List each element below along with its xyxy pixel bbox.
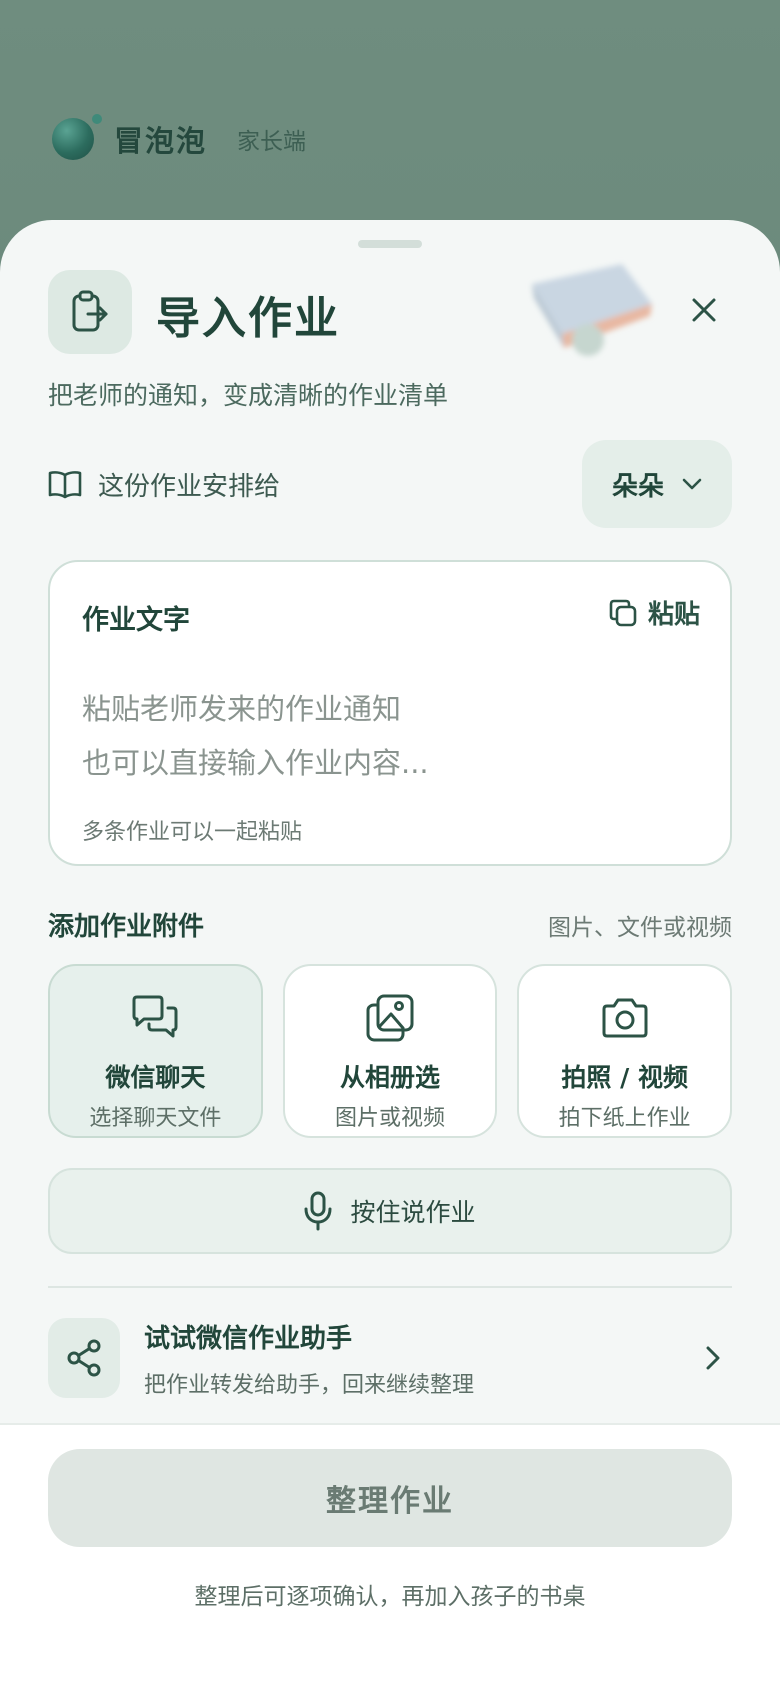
wechat-assistant-row[interactable]: 试试微信作业助手 把作业转发给助手，回来继续整理 <box>48 1310 732 1406</box>
tile-subtitle: 拍下纸上作业 <box>558 1106 691 1131</box>
paste-label: 粘贴 <box>647 600 700 630</box>
chat-icon <box>132 995 178 1038</box>
tile-subtitle: 图片或视频 <box>335 1106 446 1131</box>
import-homework-sheet: 导入作业 把老师的通知，变成清晰的作业清单 这份作业安排给 朵朵 作业文字 粘贴… <box>0 220 780 1688</box>
assign-row: 这份作业安排给 朵朵 <box>48 440 732 528</box>
app-name: 冒泡泡 <box>114 124 208 158</box>
close-icon <box>692 298 716 322</box>
microphone-icon <box>304 1191 332 1231</box>
attachments-header: 添加作业附件 图片、文件或视频 <box>48 906 732 943</box>
book-illustration-icon <box>532 264 652 356</box>
chevron-right-icon <box>706 1346 720 1370</box>
book-icon <box>48 471 82 499</box>
close-button[interactable] <box>682 288 726 332</box>
voice-label: 按住说作业 <box>350 1198 476 1227</box>
copy-icon <box>609 599 637 626</box>
text-card-hint: 多条作业可以一起粘贴 <box>82 820 303 845</box>
hold-to-speak-button[interactable]: 按住说作业 <box>48 1168 732 1254</box>
assistant-title: 试试微信作业助手 <box>144 1323 353 1354</box>
album-tile[interactable]: 从相册选 图片或视频 <box>282 964 498 1138</box>
tile-title: 微信聊天 <box>105 1063 206 1092</box>
sheet-subtitle: 把老师的通知，变成清晰的作业清单 <box>48 381 449 410</box>
footer-note: 整理后可逐项确认，再加入孩子的书桌 <box>194 1584 586 1610</box>
child-selector[interactable]: 朵朵 <box>582 440 732 528</box>
import-icon <box>48 270 132 354</box>
tile-title: 从相册选 <box>340 1063 441 1092</box>
sheet-grabber[interactable] <box>358 240 422 248</box>
wechat-chat-tile[interactable]: 微信聊天 选择聊天文件 <box>48 964 263 1138</box>
child-name: 朵朵 <box>611 471 664 502</box>
chevron-down-icon <box>682 478 702 490</box>
share-icon-box <box>48 1318 120 1398</box>
organize-button-label: 整理作业 <box>326 1484 454 1519</box>
sheet-footer: 整理作业 整理后可逐项确认，再加入孩子的书桌 <box>0 1423 780 1688</box>
attachments-title: 添加作业附件 <box>48 912 205 942</box>
tile-title: 拍照 / 视频 <box>561 1063 688 1092</box>
attachments-subtitle: 图片、文件或视频 <box>548 914 732 941</box>
app-logo <box>52 114 102 160</box>
camera-tile[interactable]: 拍照 / 视频 拍下纸上作业 <box>517 964 733 1138</box>
divider <box>48 1286 732 1288</box>
camera-icon <box>602 998 648 1038</box>
assistant-subtitle: 把作业转发给助手，回来继续整理 <box>144 1372 475 1398</box>
homework-text-card: 作业文字 粘贴 多条作业可以一起粘贴 <box>48 560 732 866</box>
homework-text-input[interactable] <box>82 682 702 802</box>
assign-label: 这份作业安排给 <box>98 471 281 502</box>
share-icon <box>67 1339 101 1377</box>
attachment-options: 微信聊天 选择聊天文件 从相册选 图片或视频 拍照 / 视频 拍下纸上作业 <box>48 964 733 1138</box>
text-card-title: 作业文字 <box>82 605 190 636</box>
app-role: 家长端 <box>237 129 307 155</box>
organize-homework-button[interactable]: 整理作业 <box>48 1449 732 1547</box>
gallery-icon <box>366 994 414 1042</box>
app-header: 冒泡泡 家长端 <box>52 114 307 160</box>
tile-subtitle: 选择聊天文件 <box>89 1106 222 1131</box>
paste-button[interactable]: 粘贴 <box>608 594 700 631</box>
sheet-title: 导入作业 <box>156 293 340 344</box>
